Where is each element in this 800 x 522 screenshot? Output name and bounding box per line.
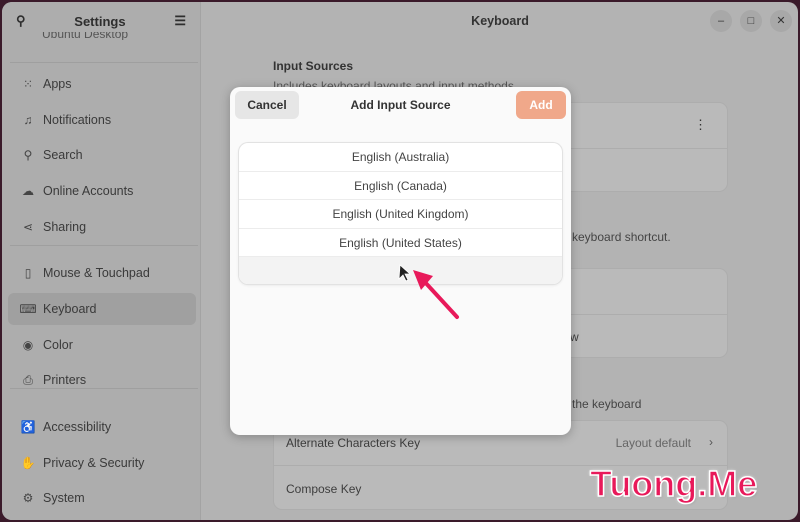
sidebar-item-label: Privacy & Security <box>43 456 145 470</box>
sidebar-item-keyboard[interactable]: ⌨ Keyboard <box>8 293 196 325</box>
divider <box>10 62 198 63</box>
watermark: Tuong.Me <box>589 462 758 505</box>
chevron-right-icon: › <box>709 435 713 449</box>
add-input-source-dialog: Cancel Add Input Source Add English (Aus… <box>230 87 571 435</box>
maximize-button[interactable]: □ <box>740 10 762 32</box>
page-title: Keyboard <box>471 14 529 28</box>
sidebar-item-label: Printers <box>43 373 87 387</box>
minimize-button[interactable]: – <box>710 10 732 32</box>
sidebar-item-label: Sharing <box>43 220 87 234</box>
sidebar-item-system[interactable]: ⚙ System <box>8 482 196 514</box>
input-sources-heading: Input Sources <box>273 59 354 73</box>
hand-icon: ✋ <box>20 456 36 470</box>
sidebar-item-label: Accessibility <box>43 420 112 434</box>
view-text: w <box>570 330 579 344</box>
special-keys-desc: the keyboard <box>572 397 642 411</box>
share-icon: ⋖ <box>22 220 34 234</box>
sidebar-item-printers[interactable]: ⎙ Printers <box>8 364 196 396</box>
sidebar-item-label: Search <box>43 148 83 162</box>
search-icon: ⚲ <box>23 148 33 162</box>
sidebar-item-mouse-touchpad[interactable]: ▯ Mouse & Touchpad <box>8 257 196 289</box>
sidebar-item-label: Color <box>43 338 73 352</box>
sidebar-item-notifications[interactable]: ♫ Notifications <box>8 104 196 136</box>
sidebar-item-label: Apps <box>43 77 72 91</box>
gear-icon: ⚙ <box>22 491 34 505</box>
sidebar-item-label: Keyboard <box>43 302 97 316</box>
bell-icon: ♫ <box>23 113 33 127</box>
sidebar-title: Settings <box>74 13 126 29</box>
search-icon[interactable]: ⚲ <box>16 13 26 29</box>
more-options-icon[interactable]: ⋮ <box>694 117 707 133</box>
annotation-arrow <box>398 264 459 319</box>
alt-chars-label: Alternate Characters Key <box>286 436 421 450</box>
input-source-option[interactable]: English (Canada) <box>239 172 562 200</box>
divider <box>10 245 198 246</box>
sidebar-item-accessibility[interactable]: ♿ Accessibility <box>8 411 196 443</box>
cloud-icon: ☁ <box>22 184 34 198</box>
mouse-cursor-icon <box>398 264 412 282</box>
accessibility-icon: ♿ <box>20 420 36 434</box>
sidebar-item-color[interactable]: ◉ Color <box>8 329 196 361</box>
menu-icon[interactable]: ☰ <box>174 13 186 29</box>
add-button[interactable]: Add <box>516 91 566 119</box>
sidebar-item-apps[interactable]: ⁙ Apps <box>8 68 196 100</box>
sidebar-item-label: Online Accounts <box>43 184 134 198</box>
sidebar-item-label: Notifications <box>43 113 112 127</box>
input-source-option[interactable]: English (Australia) <box>239 143 562 172</box>
mouse-icon: ▯ <box>24 266 32 280</box>
printer-icon: ⎙ <box>23 372 33 387</box>
sidebar-item-search[interactable]: ⚲ Search <box>8 139 196 171</box>
sidebar-item-sharing[interactable]: ⋖ Sharing <box>8 211 196 243</box>
sidebar-item-ubuntu-desktop[interactable]: Ubuntu Desktop <box>42 32 128 40</box>
keyboard-icon: ⌨ <box>19 302 37 316</box>
sidebar-item-privacy-security[interactable]: ✋ Privacy & Security <box>8 447 196 479</box>
shortcut-desc: keyboard shortcut. <box>572 230 671 244</box>
input-source-option[interactable]: English (United Kingdom) <box>239 200 562 229</box>
compose-key-row[interactable]: Compose Key <box>286 482 361 496</box>
sidebar-item-label: System <box>43 491 85 505</box>
alt-chars-value: Layout default <box>615 436 691 450</box>
sidebar-item-online-accounts[interactable]: ☁ Online Accounts <box>8 175 196 207</box>
color-icon: ◉ <box>22 338 34 352</box>
sidebar-item-label: Mouse & Touchpad <box>43 266 150 280</box>
apps-grid-icon: ⁙ <box>22 77 34 91</box>
divider <box>10 388 198 389</box>
sidebar: ⚲ Settings ☰ Ubuntu Desktop ⁙ Apps ♫ Notifica… <box>2 2 201 520</box>
close-button[interactable]: ✕ <box>770 10 792 32</box>
input-source-option[interactable]: English (United States) <box>239 229 562 257</box>
